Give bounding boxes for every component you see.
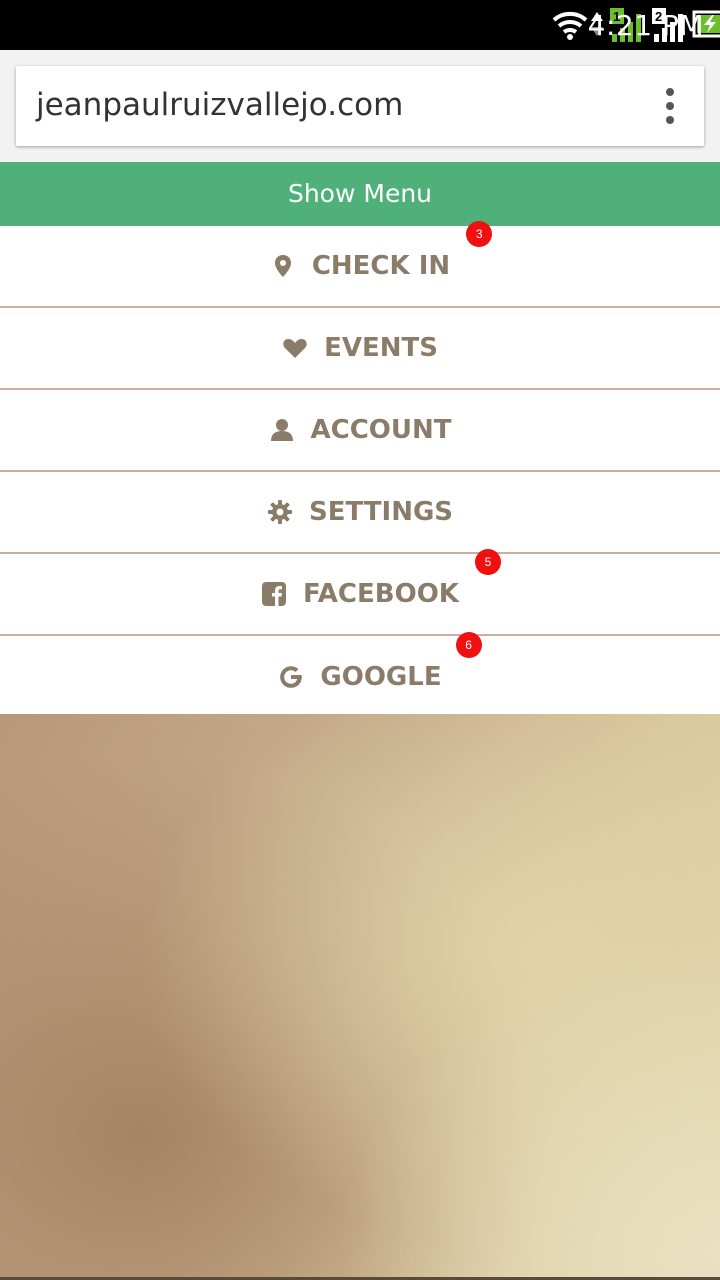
notification-badge: 5 <box>474 549 501 575</box>
gear-icon <box>267 499 293 525</box>
wifi-icon <box>552 11 588 40</box>
menu-item-label: FACEBOOK <box>303 579 459 609</box>
browser-toolbar: jeanpaulruizvallejo.com <box>0 50 720 162</box>
user-icon <box>269 417 295 443</box>
overflow-menu-icon[interactable] <box>664 88 676 124</box>
facebook-square-icon <box>261 581 287 607</box>
menu-item-events[interactable]: EVENTS <box>0 308 720 390</box>
background-image <box>0 714 720 1280</box>
google-icon <box>278 664 304 690</box>
menu-item-account[interactable]: ACCOUNT <box>0 390 720 472</box>
heart-icon <box>282 335 308 361</box>
status-bar: 1 2 4:21 PM <box>0 0 720 50</box>
menu-item-label: GOOGLE <box>320 662 442 692</box>
status-time: 4:21 PM <box>587 9 704 42</box>
menu-item-label: ACCOUNT <box>310 415 452 445</box>
menu-item-label: SETTINGS <box>308 497 454 527</box>
menu-item-settings[interactable]: SETTINGS <box>0 472 720 554</box>
menu-item-label: EVENTS <box>324 333 438 363</box>
show-menu-button[interactable]: Show Menu <box>0 162 720 226</box>
notification-badge: 3 <box>466 221 493 247</box>
notification-badge: 6 <box>455 632 482 658</box>
map-marker-icon <box>270 253 296 279</box>
menu-item-label: CHECK IN <box>311 251 451 281</box>
menu-item-google[interactable]: GOOGLE 6 <box>0 632 720 718</box>
menu-item-facebook[interactable]: FACEBOOK 5 <box>0 549 720 636</box>
menu-item-check-in[interactable]: CHECK IN 3 <box>0 221 720 308</box>
nav-menu: CHECK IN 3 EVENTS ACCOUNT SETTINGS FACEB… <box>0 221 720 718</box>
url-text[interactable]: jeanpaulruizvallejo.com <box>36 87 403 123</box>
address-bar[interactable]: jeanpaulruizvallejo.com <box>16 66 704 146</box>
